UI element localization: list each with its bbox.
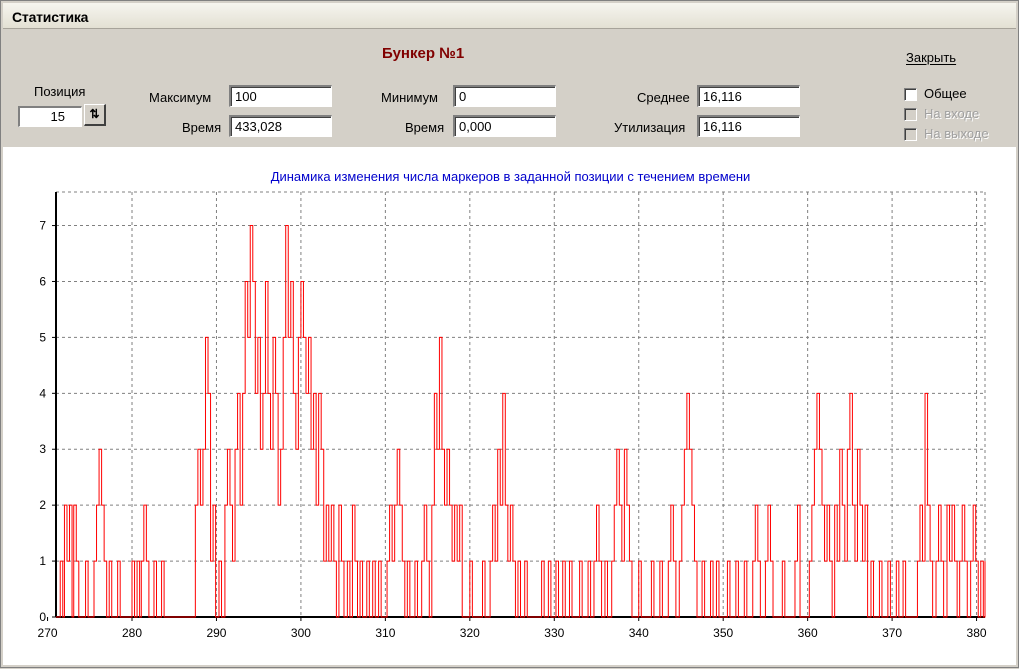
- checkbox-output-label: На выходе: [924, 126, 989, 141]
- checkbox-input[interactable]: [904, 108, 917, 121]
- avg-field[interactable]: [697, 85, 800, 107]
- position-label: Позиция: [34, 84, 86, 99]
- max-time-field[interactable]: [229, 115, 332, 137]
- checkbox-total[interactable]: [904, 88, 917, 101]
- util-field[interactable]: [697, 115, 800, 137]
- avg-label: Среднее: [637, 90, 690, 105]
- checkbox-total-label: Общее: [924, 86, 967, 101]
- bunker-title: Бункер №1: [382, 45, 465, 62]
- min-field[interactable]: [453, 85, 556, 107]
- min-time-label: Время: [405, 120, 445, 135]
- util-label: Утилизация: [614, 120, 686, 135]
- position-input[interactable]: 15: [18, 106, 82, 127]
- checkbox-input-label: На входе: [924, 106, 980, 121]
- chart-area: [3, 147, 1016, 665]
- min-label: Минимум: [381, 90, 438, 105]
- window-title: Статистика: [12, 9, 89, 25]
- chart-title: Динамика изменения числа маркеров в зада…: [270, 169, 751, 184]
- min-time-field[interactable]: [453, 115, 556, 137]
- max-time-label: Время: [182, 120, 222, 135]
- checkbox-output[interactable]: [904, 128, 917, 141]
- position-spin-button[interactable]: ⇅: [84, 104, 106, 126]
- position-value: 15: [50, 109, 65, 124]
- title-bar[interactable]: Статистика: [3, 3, 1016, 29]
- close-button-label: Закрыть: [906, 50, 957, 65]
- statistics-window: Статистика Бункер №1 Позиция 15 ⇅ Максим…: [0, 0, 1019, 668]
- spin-arrows-icon: ⇅: [89, 107, 100, 121]
- max-label: Максимум: [149, 90, 212, 105]
- close-button[interactable]: Закрыть: [906, 50, 956, 65]
- max-field[interactable]: [229, 85, 332, 107]
